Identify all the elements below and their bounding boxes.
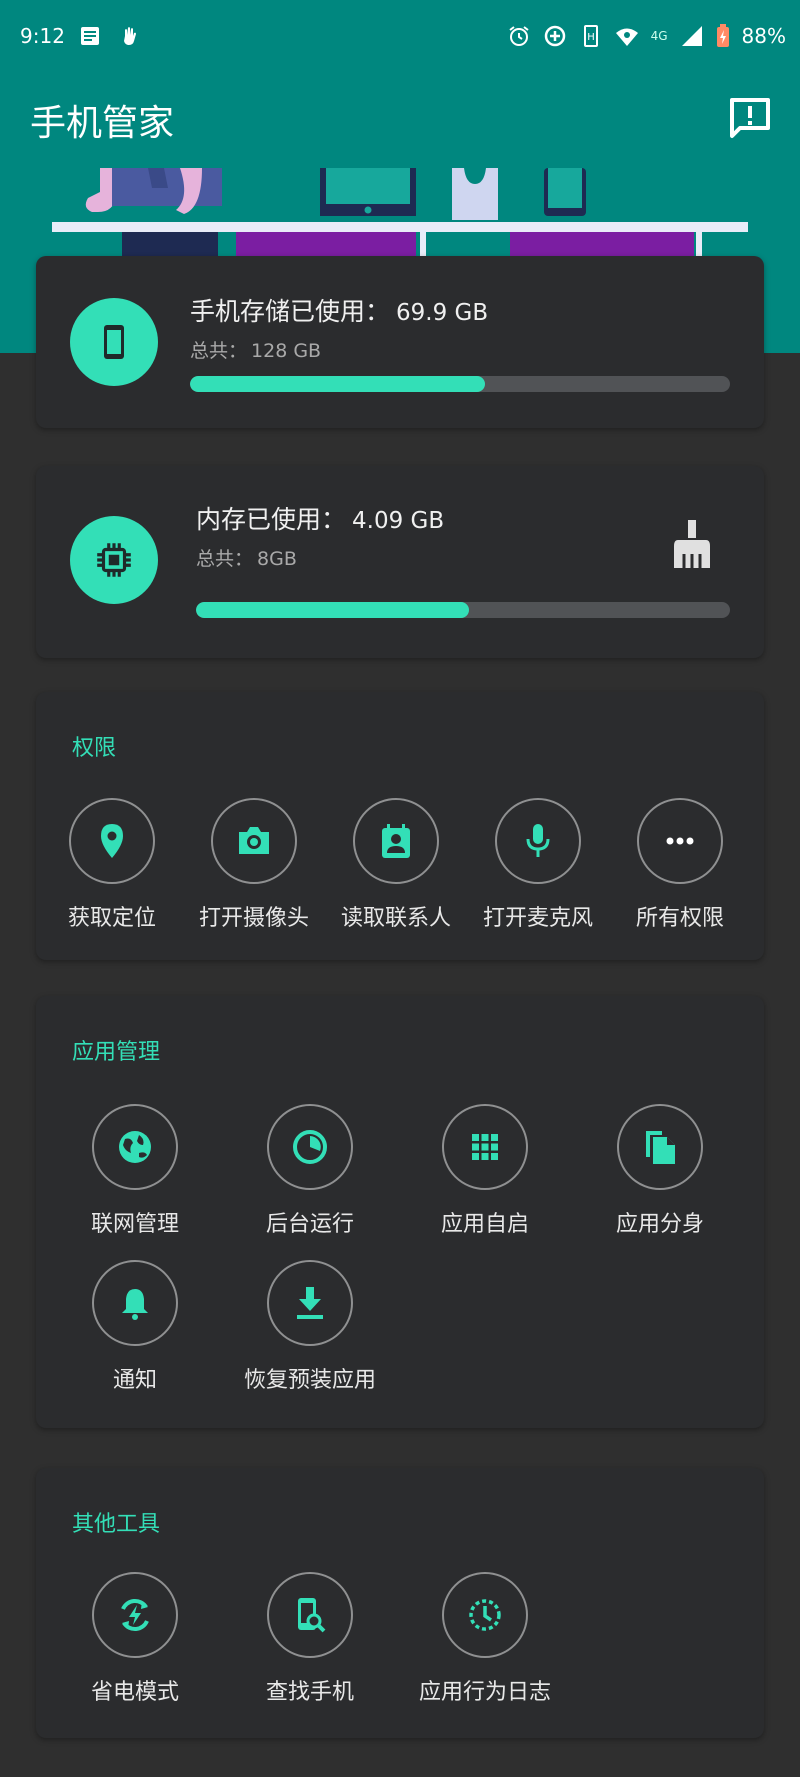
- memory-progress-fill: [196, 602, 469, 618]
- app-restore-preinstalled[interactable]: 恢复预装应用: [235, 1260, 385, 1394]
- page-title: 手机管家: [30, 103, 175, 144]
- app-notifications[interactable]: 通知: [60, 1260, 210, 1394]
- grid-icon: [472, 1134, 498, 1160]
- gesture-notification-icon: [118, 24, 142, 48]
- memory-card[interactable]: 内存已使用： 4.09 GB 总共： 8GB: [36, 466, 764, 658]
- tool-app-behavior-log-label: 应用行为日志: [418, 1680, 551, 1705]
- app-restore-preinstalled-label: 恢复预装应用: [243, 1368, 376, 1393]
- notes-notification-icon: [78, 24, 102, 48]
- storage-total: 总共： 128 GB: [190, 336, 321, 363]
- tool-find-phone-label: 查找手机: [265, 1680, 354, 1705]
- storage-label: 手机存储已使用：: [190, 297, 391, 326]
- battery-percentage: 88%: [741, 24, 786, 48]
- permission-microphone[interactable]: 打开麦克风: [463, 798, 613, 932]
- permission-location-label: 获取定位: [67, 906, 156, 931]
- tool-app-behavior-log[interactable]: 应用行为日志: [410, 1572, 560, 1706]
- app-notifications-label: 通知: [112, 1368, 157, 1393]
- tool-find-phone[interactable]: 查找手机: [235, 1572, 385, 1706]
- storage-total-value: 128 GB: [251, 340, 322, 362]
- permission-camera-label: 打开摄像头: [198, 906, 309, 931]
- memory-title: 内存已使用： 4.09 GB: [196, 500, 444, 536]
- phone-storage-icon: [70, 298, 158, 386]
- other-tools-section-title: 其他工具: [72, 1512, 161, 1537]
- storage-card[interactable]: 手机存储已使用： 69.9 GB 总共： 128 GB: [36, 256, 764, 428]
- bell-icon: [122, 1289, 148, 1320]
- feedback-icon: [730, 98, 770, 138]
- tool-power-saving[interactable]: 省电模式: [60, 1572, 210, 1706]
- app-clone-label: 应用分身: [615, 1212, 704, 1237]
- storage-total-label: 总共：: [190, 340, 248, 362]
- duplicate-icon: [646, 1131, 675, 1164]
- memory-total-label: 总共：: [196, 548, 254, 570]
- tool-power-saving-label: 省电模式: [90, 1680, 179, 1705]
- app-auto-start-label: 应用自启: [440, 1212, 529, 1237]
- permissions-section-title: 权限: [72, 736, 117, 761]
- permission-camera[interactable]: 打开摄像头: [179, 798, 329, 932]
- battery-icon: [716, 24, 730, 48]
- location-pin-icon: [101, 824, 123, 858]
- permission-all[interactable]: 所有权限: [605, 798, 755, 932]
- app-background-run-label: 后台运行: [265, 1212, 354, 1237]
- svg-text:H: H: [587, 32, 595, 43]
- storage-title: 手机存储已使用： 69.9 GB: [190, 292, 488, 328]
- memory-label: 内存已使用：: [196, 505, 347, 534]
- feedback-button[interactable]: [724, 92, 776, 144]
- data-saver-icon: [543, 24, 567, 48]
- memory-used-value: 4.09 GB: [352, 508, 445, 534]
- permission-contacts-label: 读取联系人: [340, 906, 451, 931]
- network-type-label: 4G: [650, 29, 668, 43]
- memory-total-value: 8GB: [257, 548, 297, 570]
- pie-icon: [293, 1130, 327, 1164]
- storage-progress-fill: [190, 376, 485, 392]
- status-bar: 9:12 H 4G 88%: [0, 0, 800, 74]
- broom-icon: [674, 520, 710, 568]
- more-icon: [666, 837, 694, 845]
- app-network-management[interactable]: 联网管理: [60, 1104, 210, 1238]
- app-clone[interactable]: 应用分身: [585, 1104, 735, 1238]
- app-network-management-label: 联网管理: [90, 1212, 179, 1237]
- download-icon: [297, 1287, 323, 1319]
- contacts-icon: [382, 824, 410, 858]
- other-tools-card: 其他工具 省电模式 查找手机 应用行为日志: [36, 1468, 764, 1738]
- camera-icon: [239, 827, 269, 854]
- storage-progress-bar: [190, 376, 730, 392]
- wifi-icon: [615, 24, 639, 48]
- app-management-section-title: 应用管理: [72, 1040, 161, 1065]
- power-saving-icon: [121, 1599, 149, 1631]
- find-phone-icon: [298, 1598, 326, 1633]
- activity-log-icon: [469, 1599, 501, 1631]
- storage-used-value: 69.9 GB: [396, 300, 489, 326]
- memory-total: 总共： 8GB: [196, 544, 297, 571]
- microphone-icon: [526, 824, 550, 857]
- hd-icon: H: [579, 24, 603, 48]
- globe-icon: [119, 1131, 151, 1163]
- permissions-card: 权限 获取定位 打开摄像头 读取联系人 打开麦克风 所有权限: [36, 692, 764, 960]
- permission-all-label: 所有权限: [635, 906, 724, 931]
- permission-microphone-label: 打开麦克风: [482, 906, 593, 931]
- memory-progress-bar: [196, 602, 730, 618]
- app-auto-start[interactable]: 应用自启: [410, 1104, 560, 1238]
- chip-memory-icon: [70, 516, 158, 604]
- alarm-icon: [507, 24, 531, 48]
- header-illustration: [52, 168, 748, 258]
- clean-memory-button[interactable]: [666, 516, 718, 572]
- permission-contacts[interactable]: 读取联系人: [321, 798, 471, 932]
- permission-location[interactable]: 获取定位: [37, 798, 187, 932]
- cellular-signal-icon: [680, 24, 704, 48]
- app-background-run[interactable]: 后台运行: [235, 1104, 385, 1238]
- status-time: 9:12: [20, 24, 65, 48]
- app-management-card: 应用管理 联网管理 后台运行 应用自启 应用分身 通知 恢复预装应用: [36, 996, 764, 1428]
